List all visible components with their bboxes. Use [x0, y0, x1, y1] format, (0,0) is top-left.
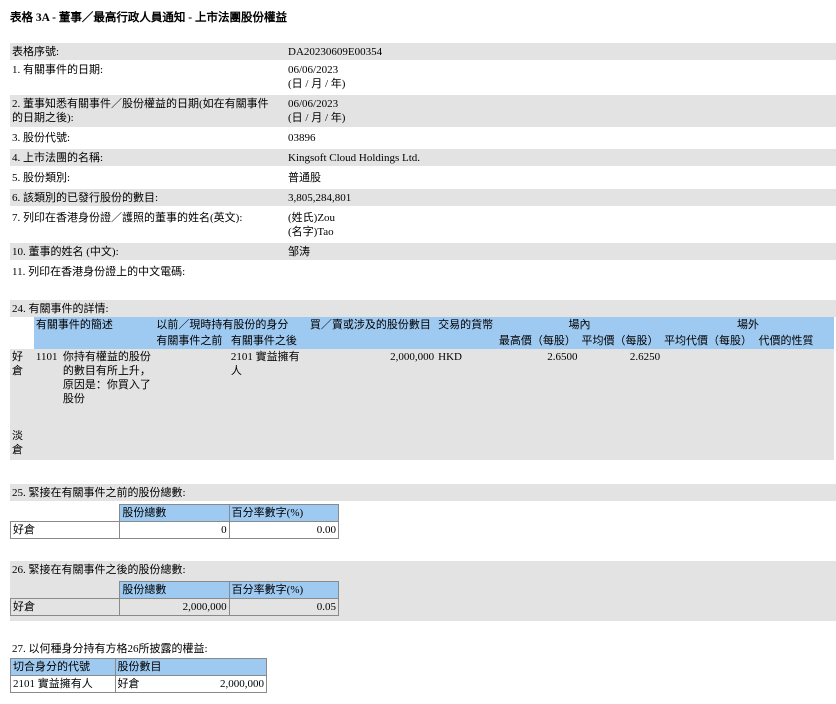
header-highest-price: 最高價（每股）	[496, 333, 580, 349]
issued-shares-value: 3,805,284,801	[288, 192, 352, 204]
event-description-cell: 1101 你持有權益的股份的數目有所上升，原因是：你買入了股份	[33, 349, 155, 428]
event-details-table: 有關事件的簡述 以前／現時持有股份的身分 買／賣或涉及的股份數目 交易的貨幣 場…	[10, 317, 834, 460]
shares-after-long-label: 好倉	[9, 598, 121, 616]
event-date-value: 06/06/2023	[288, 64, 339, 76]
director-name-zh-value: 邹涛	[288, 246, 310, 258]
event-date-label: 1. 有關事件的日期:	[12, 64, 104, 76]
chinese-code-row: 11. 列印在香港身份證上的中文電碼:	[10, 263, 836, 280]
short-position-label: 淡倉	[10, 428, 34, 460]
stock-code-value: 03896	[288, 132, 316, 144]
capacity-header-shares: 股份數目	[114, 658, 268, 676]
section-25-heading: 25. 緊接在有關事件之前的股份總數:	[12, 487, 186, 499]
shares-before-pct: 0.00	[228, 521, 340, 539]
director-name-en-row: 7. 列印在香港身份證／護照的董事的姓名(英文): (姓氏)Zou (名字)Ta…	[10, 209, 836, 241]
aware-date-label: 2. 董事知悉有關事件／股份權益的日期(如在有關事件	[12, 98, 269, 110]
capacity-position: 好倉	[114, 675, 160, 693]
capacity-shares: 2,000,000	[159, 675, 267, 693]
capacity-table: 切合身分的代號 股份數目 2101 實益擁有人 好倉 2,000,000	[10, 658, 268, 693]
long-position-row: 好倉 1101 你持有權益的股份的數目有所上升，原因是：你買入了股份 2101 …	[10, 349, 834, 428]
aware-date-label-2: 的日期之後):	[12, 112, 74, 124]
aware-date-format: (日 / 月 / 年)	[288, 112, 346, 124]
section-26-heading: 26. 緊接在有關事件之後的股份總數:	[12, 564, 186, 576]
shares-before-long-label: 好倉	[9, 521, 121, 539]
shares-before-header-pct: 百分率數字(%)	[228, 504, 340, 522]
header-shares-involved: 買／賣或涉及的股份數目	[307, 317, 437, 333]
director-surname-value: (姓氏)Zou	[288, 212, 336, 224]
form-serial-row: 表格序號: DA20230609E00354	[10, 43, 836, 60]
currency-value: HKD	[436, 349, 497, 428]
aware-date-row: 2. 董事知悉有關事件／股份權益的日期(如在有關事件 的日期之後): 06/06…	[10, 95, 836, 127]
header-on-exchange: 場內	[496, 317, 663, 333]
capacity-code: 2101 實益擁有人	[10, 675, 116, 693]
shares-before-table-wrap: 股份總數 百分率數字(%) 好倉 0 0.00	[9, 504, 340, 539]
director-givenname-value: (名字)Tao	[288, 226, 334, 238]
shares-before-total: 0	[119, 521, 230, 539]
aware-date-value: 06/06/2023	[288, 98, 339, 110]
form-serial-value: DA20230609E00354	[288, 46, 383, 58]
shares-involved-value: 2,000,000	[307, 349, 437, 428]
event-date-format: (日 / 月 / 年)	[288, 78, 346, 90]
header-consideration-nature: 代價的性質	[756, 333, 834, 349]
page-title: 表格 3A - 董事／最高行政人員通知 - 上市法團股份權益	[10, 12, 287, 24]
header-event-brief: 有關事件的簡述	[33, 317, 155, 333]
form-serial-label: 表格序號:	[12, 46, 60, 58]
shares-after-table: 股份總數 百分率數字(%) 好倉 2,000,000 0.05	[9, 581, 340, 616]
short-position-row: 淡倉	[10, 428, 834, 460]
shares-after-header-total: 股份總數	[119, 581, 230, 599]
header-currency: 交易的貨幣	[436, 317, 497, 333]
corp-name-row: 4. 上市法團的名稱: Kingsoft Cloud Holdings Ltd.	[10, 149, 836, 166]
section-25-header: 25. 緊接在有關事件之前的股份總數:	[10, 484, 836, 501]
capacity-after: 2101 實益擁有人	[228, 349, 308, 428]
highest-price-value: 2.6500	[496, 349, 580, 428]
stock-code-label: 3. 股份代號:	[12, 132, 71, 144]
chinese-code-label: 11. 列印在香港身份證上的中文電碼:	[12, 266, 186, 278]
event-details-table-wrap: 有關事件的簡述 以前／現時持有股份的身分 買／賣或涉及的股份數目 交易的貨幣 場…	[10, 317, 834, 460]
section-24-heading: 24. 有關事件的詳情:	[12, 303, 109, 315]
header-average-price: 平均價（每股）	[579, 333, 663, 349]
director-name-zh-label: 10. 董事的姓名 (中文):	[12, 246, 119, 258]
capacity-header-code: 切合身分的代號	[10, 658, 116, 676]
shares-after-table-wrap: 股份總數 百分率數字(%) 好倉 2,000,000 0.05	[9, 581, 340, 616]
director-name-zh-row: 10. 董事的姓名 (中文): 邹涛	[10, 243, 836, 260]
share-class-label: 5. 股份類別:	[12, 172, 71, 184]
shares-before-table: 股份總數 百分率數字(%) 好倉 0 0.00	[9, 504, 340, 539]
share-class-row: 5. 股份類別: 普通股	[10, 169, 836, 186]
issued-shares-label: 6. 該類別的已發行股份的數目:	[12, 192, 159, 204]
share-class-value: 普通股	[288, 172, 321, 184]
shares-after-pct: 0.05	[228, 598, 340, 616]
capacity-after-text: 2101 實益擁有人	[230, 351, 300, 377]
header-before-event: 有關事件之前	[154, 333, 229, 349]
event-description: 你持有權益的股份的數目有所上升，原因是：你買入了股份	[62, 351, 151, 405]
director-name-en-label: 7. 列印在香港身份證／護照的董事的姓名(英文):	[12, 212, 243, 224]
event-code: 1101	[35, 351, 58, 363]
header-capacity: 以前／現時持有股份的身分	[154, 317, 308, 333]
event-date-row: 1. 有關事件的日期: 06/06/2023 (日 / 月 / 年)	[10, 61, 836, 93]
issued-shares-row: 6. 該類別的已發行股份的數目: 3,805,284,801	[10, 189, 836, 206]
section-27-heading: 27. 以何種身分持有方格26所披露的權益:	[12, 643, 208, 655]
shares-before-header-total: 股份總數	[119, 504, 230, 522]
section-24-header: 24. 有關事件的詳情:	[10, 300, 836, 317]
corp-name-value: Kingsoft Cloud Holdings Ltd.	[288, 152, 421, 164]
header-after-event: 有關事件之後	[228, 333, 308, 349]
shares-after-total: 2,000,000	[119, 598, 230, 616]
stock-code-row: 3. 股份代號: 03896	[10, 129, 836, 146]
shares-after-header-pct: 百分率數字(%)	[228, 581, 340, 599]
header-average-consideration: 平均代價（每股）	[662, 333, 757, 349]
capacity-table-wrap: 切合身分的代號 股份數目 2101 實益擁有人 好倉 2,000,000	[10, 658, 268, 693]
header-off-exchange: 場外	[662, 317, 834, 333]
long-position-label: 好倉	[10, 349, 34, 428]
average-price-value: 2.6250	[579, 349, 663, 428]
corp-name-label: 4. 上市法團的名稱:	[12, 152, 104, 164]
